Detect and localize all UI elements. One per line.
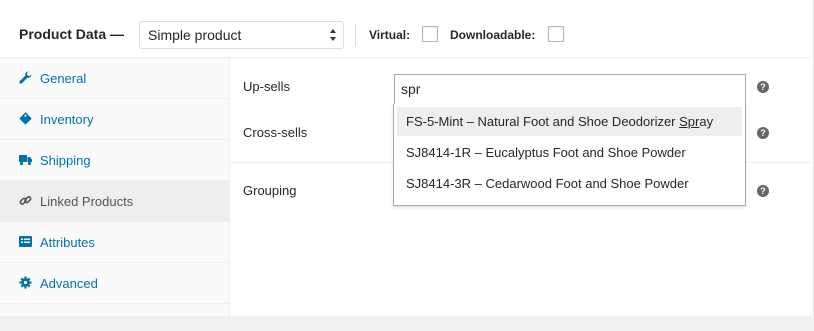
- upsells-label: Up-sells: [243, 79, 290, 94]
- tab-general-label: General: [40, 71, 87, 86]
- link-icon: [19, 196, 32, 205]
- search-result-item[interactable]: SJ8414-3R – Cedarwood Foot and Shoe Powd…: [397, 169, 742, 198]
- product-type-value: Simple product: [148, 27, 242, 43]
- product-data-title: Product Data —: [19, 26, 125, 42]
- crosssells-label: Cross-sells: [243, 125, 308, 140]
- truck-icon: [19, 155, 32, 166]
- tab-shipping[interactable]: Shipping: [0, 140, 230, 181]
- tab-inventory-label: Inventory: [40, 112, 94, 127]
- gear-icon: [19, 276, 32, 289]
- downloadable-label: Downloadable:: [450, 28, 536, 42]
- grouping-help-icon[interactable]: ?: [757, 185, 769, 197]
- grouping-label: Grouping: [243, 183, 297, 198]
- crosssells-help-icon[interactable]: ?: [757, 127, 769, 139]
- product-type-select[interactable]: Simple product: [139, 21, 344, 49]
- tab-attributes-label: Attributes: [40, 235, 95, 250]
- tab-shipping-label: Shipping: [40, 153, 91, 168]
- search-results-dropdown: FS-5-Mint – Natural Foot and Shoe Deodor…: [393, 104, 746, 206]
- search-result-item[interactable]: SJ8414-1R – Eucalyptus Foot and Shoe Pow…: [397, 138, 742, 167]
- header-divider: [355, 24, 356, 46]
- tab-linked-products[interactable]: Linked Products: [0, 181, 230, 222]
- search-result-item[interactable]: FS-5-Mint – Natural Foot and Shoe Deodor…: [397, 107, 742, 136]
- upsells-help-icon[interactable]: ?: [757, 81, 769, 93]
- tag-icon: [19, 112, 32, 125]
- product-data-tabs: General Inventory Shipping Linked Produc…: [0, 58, 230, 316]
- tab-inventory[interactable]: Inventory: [0, 99, 230, 140]
- tab-general[interactable]: General: [0, 58, 230, 99]
- virtual-label: Virtual:: [369, 28, 411, 42]
- wrench-icon: [19, 71, 32, 84]
- tab-linked-products-label: Linked Products: [40, 194, 134, 209]
- tab-attributes[interactable]: Attributes: [0, 222, 230, 263]
- virtual-checkbox[interactable]: [422, 26, 438, 42]
- downloadable-checkbox[interactable]: [548, 26, 564, 42]
- list-icon: [19, 236, 32, 247]
- product-data-header: Product Data — Simple product Virtual: D…: [0, 0, 814, 58]
- search-typed-text: spr: [401, 81, 421, 97]
- tab-advanced[interactable]: Advanced: [0, 263, 230, 304]
- tab-advanced-label: Advanced: [40, 276, 98, 291]
- updown-arrows-icon: [330, 29, 336, 41]
- product-data-panel: Product Data — Simple product Virtual: D…: [0, 0, 814, 316]
- upsells-search-input[interactable]: spr: [394, 74, 746, 104]
